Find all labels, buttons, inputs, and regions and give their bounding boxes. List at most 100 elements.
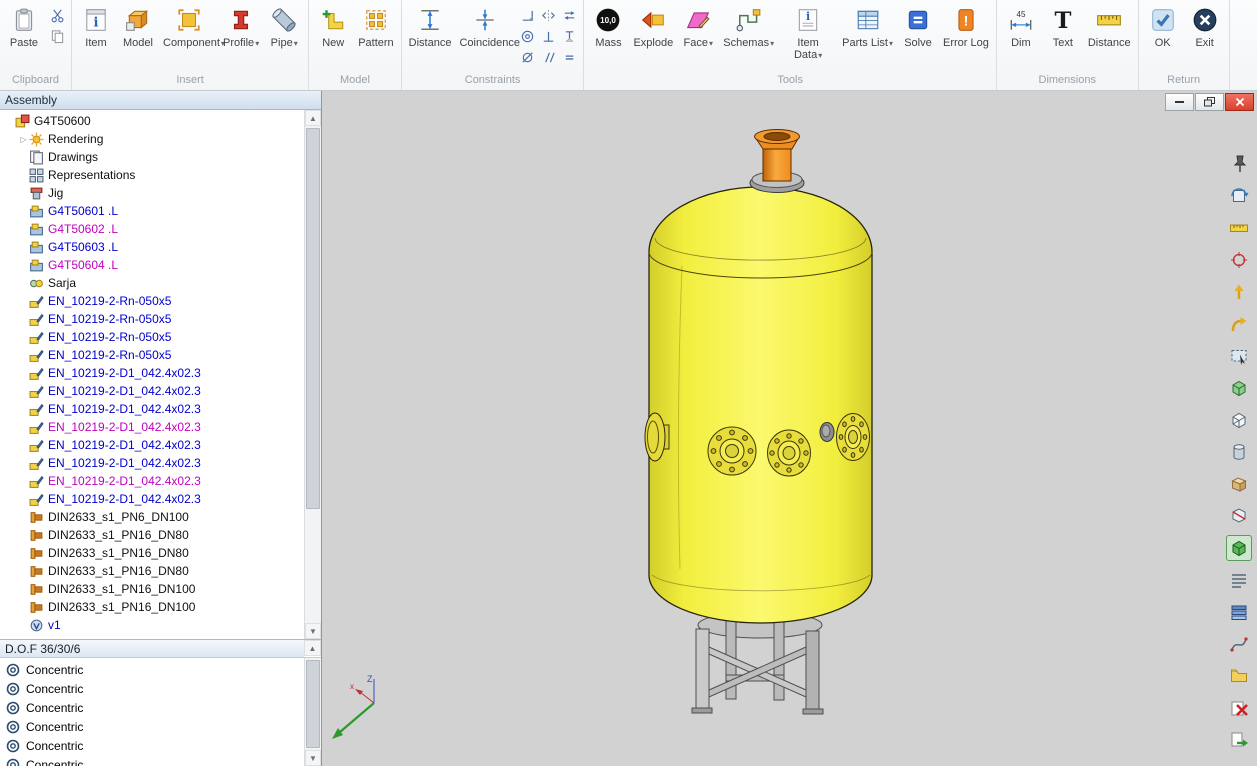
delete-button[interactable] — [1226, 695, 1252, 721]
coincidence-button[interactable]: Coincidence — [455, 0, 515, 50]
expander-icon[interactable]: ▷ — [18, 135, 29, 144]
scroll-up-icon[interactable]: ▲ — [304, 640, 321, 656]
pattern-button[interactable]: Pattern — [354, 0, 397, 50]
item-data-button[interactable]: iItem Data▾ — [778, 0, 838, 63]
tree-item[interactable]: EN_10219-2-Rn-050x5 — [0, 310, 304, 328]
layers-button[interactable] — [1226, 599, 1252, 625]
constraint-item[interactable]: Concentric — [0, 755, 304, 766]
restore-button[interactable] — [1195, 93, 1224, 111]
arrow-up-button[interactable] — [1226, 279, 1252, 305]
select-face-button[interactable] — [1226, 343, 1252, 369]
tree-item[interactable]: EN_10219-2-D1_042.4x02.3 — [0, 472, 304, 490]
distance-button[interactable]: Distance — [405, 0, 456, 50]
error-log-button[interactable]: !Error Log — [939, 0, 993, 50]
tree-item[interactable]: EN_10219-2-D1_042.4x02.3 — [0, 454, 304, 472]
tree-item[interactable]: G4T50603 .L — [0, 238, 304, 256]
section-button[interactable] — [1226, 503, 1252, 529]
tree-item[interactable]: DIN2633_s1_PN16_DN80 — [0, 526, 304, 544]
viewport[interactable]: Z x — [322, 91, 1257, 766]
tree-item[interactable]: EN_10219-2-D1_042.4x02.3 — [0, 436, 304, 454]
cut-button[interactable] — [47, 5, 68, 26]
copy-button[interactable] — [47, 26, 68, 47]
tree-item[interactable]: G4T50600 — [0, 112, 304, 130]
tree-scrollbar[interactable]: ▲ ▼ — [304, 110, 321, 639]
tree-item[interactable]: DIN2633_s1_PN16_DN100 — [0, 580, 304, 598]
center-target-button[interactable] — [1226, 247, 1252, 273]
constraint-item[interactable]: Concentric — [0, 679, 304, 698]
text-button[interactable]: TText — [1042, 0, 1084, 50]
scroll-thumb[interactable] — [306, 660, 320, 748]
export-button[interactable] — [1226, 727, 1252, 753]
shaded-cube-button[interactable] — [1226, 535, 1252, 561]
tree-item[interactable]: Drawings — [0, 148, 304, 166]
swap-constraint-button[interactable] — [559, 5, 580, 26]
cube-wire-button[interactable] — [1226, 407, 1252, 433]
top-nozzle[interactable] — [750, 130, 804, 193]
flange-front-2[interactable] — [768, 430, 811, 476]
tree-item[interactable]: DIN2633_s1_PN16_DN100 — [0, 598, 304, 616]
angle-constraint-button[interactable] — [517, 5, 538, 26]
pin-button[interactable] — [1226, 151, 1252, 177]
tree-item[interactable]: Sarja — [0, 274, 304, 292]
tree-item[interactable]: DIN2633_s1_PN16_DN80 — [0, 544, 304, 562]
parallel-constraint-button[interactable] — [538, 47, 559, 68]
box-tan-button[interactable] — [1226, 471, 1252, 497]
component-button[interactable]: Component▾ — [159, 0, 219, 50]
tree-item[interactable]: EN_10219-2-D1_042.4x02.3 — [0, 364, 304, 382]
tree-item[interactable]: DIN2633_s1_PN16_DN80 — [0, 562, 304, 580]
cylinder-button[interactable] — [1226, 439, 1252, 465]
parts-list-button[interactable]: Parts List▾ — [838, 0, 897, 50]
tree-item[interactable]: EN_10219-2-Rn-050x5 — [0, 328, 304, 346]
minimize-button[interactable] — [1165, 93, 1194, 111]
explode-button[interactable]: Explode — [629, 0, 677, 50]
tree-item[interactable]: EN_10219-2-D1_042.4x02.3 — [0, 490, 304, 508]
distance-button[interactable]: Distance — [1084, 0, 1135, 50]
ok-button[interactable]: OK — [1142, 0, 1184, 50]
folder-button[interactable] — [1226, 663, 1252, 689]
tree-item[interactable]: EN_10219-2-Rn-050x5 — [0, 346, 304, 364]
profile-button[interactable]: Profile▾ — [219, 0, 263, 50]
tree-item[interactable]: Jig — [0, 184, 304, 202]
paste-button[interactable]: Paste — [3, 0, 45, 50]
tree-item[interactable]: EN_10219-2-Rn-050x5 — [0, 292, 304, 310]
orbit-button[interactable] — [1226, 183, 1252, 209]
symmetry-constraint-button[interactable] — [538, 5, 559, 26]
concentric-constraint-button[interactable] — [517, 26, 538, 47]
constraints-scrollbar[interactable]: ▼ — [304, 658, 321, 766]
tree-item[interactable]: G4T50604 .L — [0, 256, 304, 274]
fix-constraint-button[interactable] — [559, 26, 580, 47]
constraint-item[interactable]: Concentric — [0, 660, 304, 679]
dim-button[interactable]: 45Dim — [1000, 0, 1042, 50]
pressure-vessel[interactable] — [649, 187, 872, 623]
face-button[interactable]: Face▾ — [677, 0, 719, 50]
perpendicular-constraint-button[interactable] — [538, 26, 559, 47]
close-button[interactable] — [1225, 93, 1254, 111]
scroll-down-icon[interactable]: ▼ — [305, 750, 321, 766]
3d-scene[interactable]: Z x — [322, 91, 1257, 766]
tree-item[interactable]: G4T50601 .L — [0, 202, 304, 220]
support-frame[interactable] — [692, 612, 823, 714]
spline-button[interactable] — [1226, 631, 1252, 657]
solve-button[interactable]: Solve — [897, 0, 939, 50]
item-button[interactable]: iItem — [75, 0, 117, 50]
tree-item[interactable]: G4T50602 .L — [0, 220, 304, 238]
side-port[interactable] — [820, 423, 834, 442]
tree-item[interactable]: EN_10219-2-D1_042.4x02.3 — [0, 418, 304, 436]
tree-item[interactable]: Representations — [0, 166, 304, 184]
constraint-item[interactable]: Concentric — [0, 736, 304, 755]
tangent-constraint-button[interactable] — [517, 47, 538, 68]
measure-button[interactable] — [1226, 215, 1252, 241]
tree-item[interactable]: v1 — [0, 616, 304, 634]
scroll-up-icon[interactable]: ▲ — [305, 110, 321, 126]
mass-button[interactable]: 10,0Mass — [587, 0, 629, 50]
scroll-down-icon[interactable]: ▼ — [305, 623, 321, 639]
new-button[interactable]: New — [312, 0, 354, 50]
flange-side-3[interactable] — [837, 414, 870, 461]
constraint-item[interactable]: Concentric — [0, 698, 304, 717]
tree-item[interactable]: EN_10219-2-D1_042.4x02.3 — [0, 382, 304, 400]
scroll-thumb[interactable] — [306, 128, 320, 509]
schemas-button[interactable]: Schemas▾ — [719, 0, 778, 50]
tree-item[interactable]: EN_10219-2-D1_042.4x02.3 — [0, 400, 304, 418]
lines-button[interactable] — [1226, 567, 1252, 593]
cube-green-button[interactable] — [1226, 375, 1252, 401]
